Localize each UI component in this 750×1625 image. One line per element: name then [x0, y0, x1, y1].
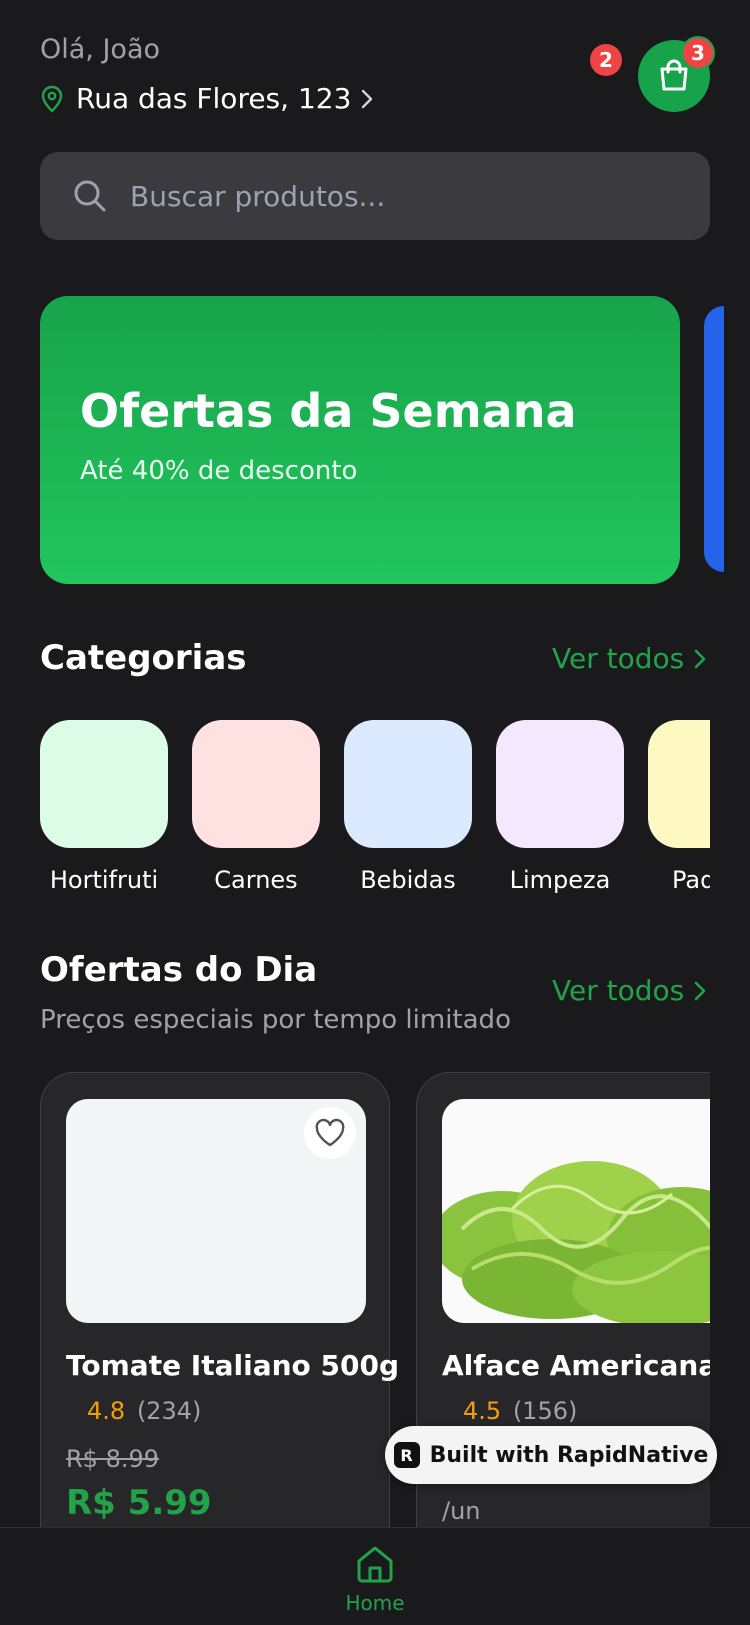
lettuce-image	[442, 1161, 710, 1323]
product-rating: 4.8 (234)	[87, 1397, 201, 1425]
cart-count-badge: 3	[681, 36, 715, 70]
category-tile	[496, 720, 624, 848]
category-tile	[648, 720, 710, 848]
category-label: Carnes	[214, 866, 298, 894]
category-label: Bebidas	[360, 866, 456, 894]
deals-see-all-link[interactable]: Ver todos	[552, 974, 706, 1007]
review-count: (156)	[512, 1397, 578, 1425]
address-text: Rua das Flores, 123	[76, 82, 352, 115]
price-unit: /un	[442, 1497, 481, 1525]
rating-value: 4.5	[463, 1397, 502, 1425]
chevron-right-icon	[362, 89, 373, 108]
greeting-text: Olá, João	[40, 34, 161, 65]
daily-deals-title: Ofertas do Dia	[40, 950, 318, 990]
address-selector[interactable]: Rua das Flores, 123	[40, 82, 385, 115]
category-tile	[40, 720, 168, 848]
product-image	[66, 1099, 366, 1323]
rapidnative-logo-icon: R	[393, 1442, 420, 1468]
categories-see-all-link[interactable]: Ver todos	[552, 642, 706, 675]
promo-title: Ofertas da Semana	[80, 384, 577, 438]
see-all-label: Ver todos	[552, 642, 685, 675]
original-price: R$ 8.99	[66, 1445, 160, 1473]
built-with-badge[interactable]: R Built with RapidNative	[385, 1426, 717, 1484]
sale-price: R$ 5.99	[66, 1483, 212, 1523]
category-item-padaria[interactable]: Pad	[648, 720, 710, 894]
heart-icon	[315, 1118, 345, 1147]
home-icon	[357, 1546, 393, 1583]
product-rating: 4.5 (156)	[463, 1397, 577, 1425]
built-with-label: Built with RapidNative	[429, 1442, 709, 1468]
search-icon	[74, 180, 106, 212]
rating-value: 4.8	[87, 1397, 126, 1425]
category-tile	[192, 720, 320, 848]
promo-banner[interactable]: Ofertas da Semana Até 40% de desconto	[40, 296, 680, 584]
product-card-tomate[interactable]: Tomate Italiano 500g 4.8 (234) R$ 8.99 R…	[40, 1072, 399, 1527]
see-all-label: Ver todos	[552, 974, 685, 1007]
daily-deals-subtitle: Preços especiais por tempo limitado	[40, 1005, 511, 1035]
location-pin-icon	[41, 85, 63, 113]
category-item-hortifruti[interactable]: Hortifruti	[40, 720, 168, 894]
chevron-right-icon	[694, 649, 706, 668]
product-name: Alface Americana	[442, 1349, 710, 1382]
search-bar[interactable]	[40, 152, 710, 240]
category-item-bebidas[interactable]: Bebidas	[344, 720, 472, 894]
categories-title: Categorias	[40, 638, 247, 678]
search-input[interactable]	[128, 178, 632, 214]
category-item-limpeza[interactable]: Limpeza	[496, 720, 624, 894]
category-item-carnes[interactable]: Carnes	[192, 720, 320, 894]
favorite-button[interactable]	[304, 1107, 356, 1159]
category-tile	[344, 720, 472, 848]
notification-badge[interactable]: 2	[590, 44, 622, 76]
category-label: Hortifruti	[49, 866, 159, 894]
tab-home-label: Home	[345, 1591, 405, 1615]
category-label: Pad	[672, 866, 710, 894]
tab-home[interactable]: Home	[325, 1542, 425, 1615]
product-image	[442, 1099, 710, 1323]
chevron-right-icon	[694, 981, 706, 1000]
promo-subtitle: Até 40% de desconto	[80, 456, 358, 486]
next-promo-banner[interactable]	[704, 306, 724, 572]
bottom-tab-bar: Home	[0, 1527, 750, 1625]
category-label: Limpeza	[509, 866, 611, 894]
product-name: Tomate Italiano 500g	[66, 1349, 400, 1382]
category-list: Hortifruti Carnes Bebidas Limpeza Pad	[40, 720, 710, 900]
review-count: (234)	[136, 1397, 202, 1425]
